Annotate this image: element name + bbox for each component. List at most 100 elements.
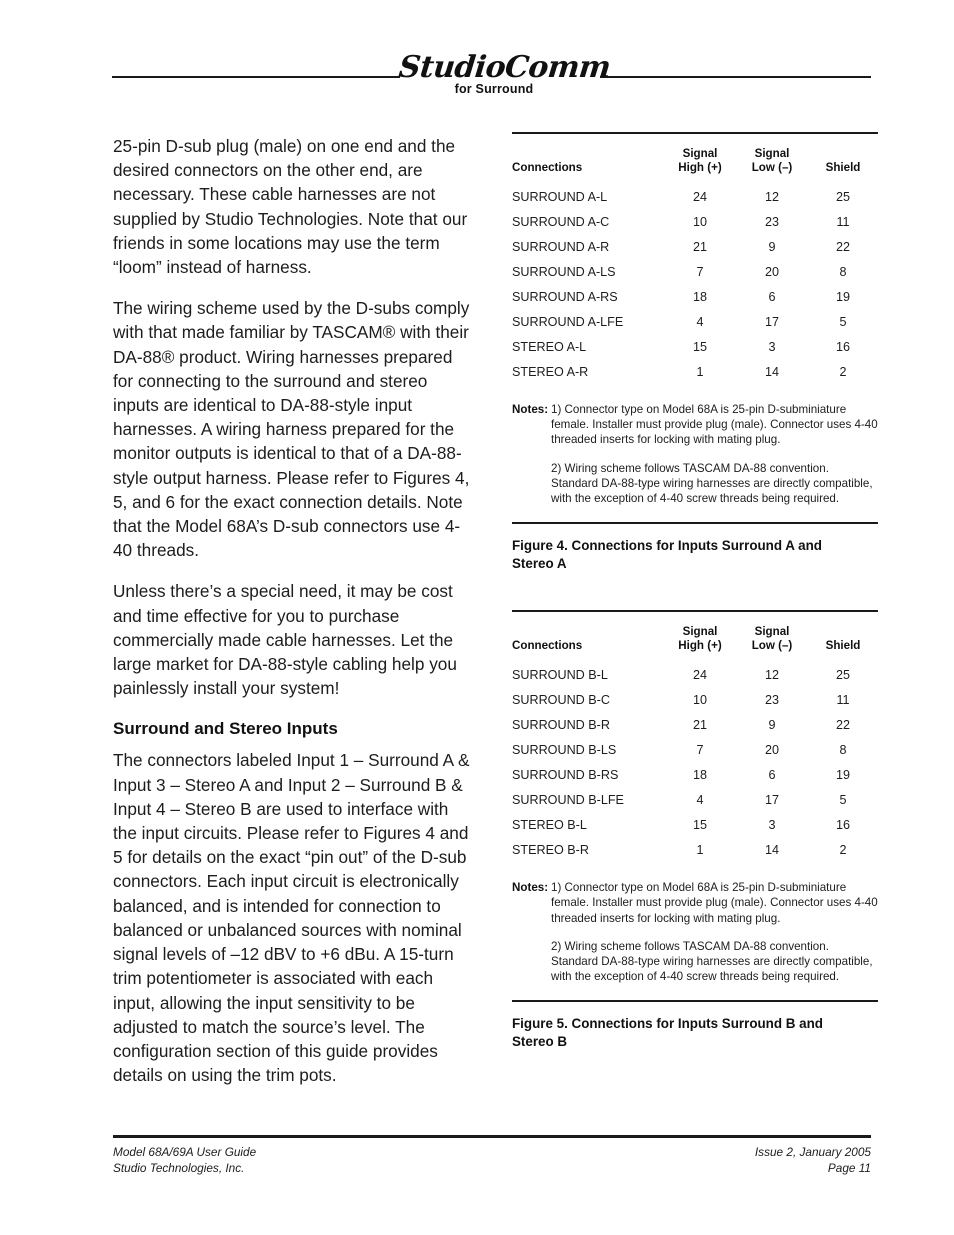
column-header-signal-low: Signal Low (–) [736,147,808,184]
cell-signal-low: 9 [768,717,776,732]
column-header-signal-low: Signal Low (–) [736,625,808,662]
column-header-line2: Shield [825,639,861,653]
cell-signal-low: 14 [764,842,779,857]
cell-signal-high: 24 [692,189,707,204]
footer-columns: Model 68A/69A User Guide Studio Technolo… [113,1145,871,1176]
table-row: SURROUND B-C 10 23 11 [512,687,878,712]
footer-company: Studio Technologies, Inc. [113,1160,245,1175]
cell-signal-low: 12 [764,667,779,682]
cell-signal-high: 21 [692,239,707,254]
cell-signal-high: 18 [692,767,707,782]
cell-shield: 5 [839,792,847,807]
column-header-connections: Connections [512,147,664,184]
figure-rule-top [512,132,878,134]
table-row: SURROUND B-RS 18 6 19 [512,762,878,787]
studiocomm-logo: StudioComm for Surround [397,50,612,96]
document-page: StudioComm for Surround 25-pin D-sub plu… [0,0,954,1235]
column-header-line2: Low (–) [751,161,793,174]
cell-shield: 25 [835,667,850,682]
notes-second-row: 2) Wiring scheme follows TASCAM DA-88 co… [512,461,878,507]
page-masthead: StudioComm for Surround [0,50,954,108]
cell-connection: SURROUND A-R [512,239,610,254]
cell-connection: SURROUND B-LFE [512,792,624,807]
cell-connection: STEREO A-R [512,364,589,379]
figure-4-block: Connections Signal High (+) Signal Low (… [512,132,878,572]
cell-signal-high: 18 [692,289,707,304]
table-row: SURROUND B-LFE 4 17 5 [512,787,878,812]
note-item: 1) Connector type on Model 68A is 25-pin… [551,881,878,925]
cell-signal-low: 20 [764,264,779,279]
page-footer: Model 68A/69A User Guide Studio Technolo… [113,1135,871,1176]
masthead-rule-right [600,76,871,78]
table-row: SURROUND A-R 21 9 22 [512,234,878,259]
notes-label: Notes: [512,403,549,416]
cell-signal-high: 1 [696,842,704,857]
body-paragraph: The connectors labeled Input 1 – Surroun… [113,750,470,1086]
table-header-row: Connections Signal High (+) Signal Low (… [512,147,878,184]
cell-shield: 19 [835,289,850,304]
table-header-row: Connections Signal High (+) Signal Low (… [512,625,878,662]
cell-signal-low: 3 [768,817,776,832]
footer-rule [113,1135,871,1138]
cell-shield: 5 [839,314,847,329]
cell-shield: 22 [835,239,850,254]
cell-shield: 2 [839,364,847,379]
left-text-column: 25-pin D-sub plug (male) on one end and … [113,134,471,1087]
cell-connection: SURROUND A-LS [512,264,616,279]
figure-5-notes: Notes: 1) Connector type on Model 68A is… [512,880,878,984]
cell-signal-low: 12 [764,189,779,204]
figure-4-notes: Notes: 1) Connector type on Model 68A is… [512,402,878,506]
cell-signal-high: 24 [692,667,707,682]
column-header-line2: High (+) [678,161,722,174]
body-paragraph: The wiring scheme used by the D-subs com… [113,298,470,561]
cell-shield: 16 [835,817,850,832]
cell-shield: 22 [835,717,850,732]
column-header-shield: Shield [808,625,878,662]
cell-signal-low: 9 [768,239,776,254]
table-row: STEREO B-L 15 3 16 [512,812,878,837]
column-header-line1: Signal [682,147,718,160]
cell-shield: 8 [839,742,847,757]
cell-connection: STEREO B-L [512,817,587,832]
column-header-connections: Connections [512,625,664,662]
cell-signal-low: 17 [764,792,779,807]
cell-signal-low: 23 [764,692,779,707]
column-header-line1: Signal [754,147,790,160]
cell-shield: 11 [836,214,850,229]
table-row: STEREO A-R 1 14 2 [512,359,878,384]
cell-signal-low: 20 [764,742,779,757]
cell-connection: SURROUND B-LS [512,742,617,757]
cell-signal-low: 23 [764,214,779,229]
cell-signal-low: 3 [768,339,776,354]
figure-5-block: Connections Signal High (+) Signal Low (… [512,610,878,1050]
figure-4-caption: Figure 4. Connections for Inputs Surroun… [512,538,822,571]
table-row: SURROUND A-C 10 23 11 [512,209,878,234]
cell-signal-high: 21 [692,717,707,732]
table-row: STEREO B-R 1 14 2 [512,837,878,862]
cell-connection: SURROUND B-L [512,667,608,682]
footer-issue: Issue 2, January 2005 [754,1145,871,1159]
figure-rule-top [512,610,878,613]
notes-first-row: Notes: 1) Connector type on Model 68A is… [512,880,878,926]
footer-left: Model 68A/69A User Guide Studio Technolo… [113,1145,256,1176]
cell-signal-high: 1 [696,364,704,379]
cell-signal-low: 6 [768,289,776,304]
table-body: SURROUND B-L 24 12 25 SURROUND B-C 10 23… [512,662,878,862]
connections-table-surround-a: Connections Signal High (+) Signal Low (… [512,147,878,384]
figure-rule-bottom [512,1000,878,1003]
cell-connection: SURROUND B-C [512,692,610,707]
cell-connection: SURROUND B-R [512,717,610,732]
footer-document-title: Model 68A/69A User Guide [113,1145,257,1159]
cell-signal-high: 15 [692,339,707,354]
cell-connection: SURROUND A-RS [512,289,618,304]
cell-shield: 25 [835,189,850,204]
table-row: SURROUND A-LFE 4 17 5 [512,309,878,334]
cell-signal-high: 7 [696,264,704,279]
notes-label: Notes: [512,881,549,895]
figure-rule-bottom [512,522,878,525]
column-header-line2: High (+) [678,639,722,653]
cell-shield: 19 [835,767,850,782]
notes-second-row: 2) Wiring scheme follows TASCAM DA-88 co… [512,939,878,985]
column-header-line2: Connections [512,639,583,653]
column-header-signal-high: Signal High (+) [664,625,736,662]
